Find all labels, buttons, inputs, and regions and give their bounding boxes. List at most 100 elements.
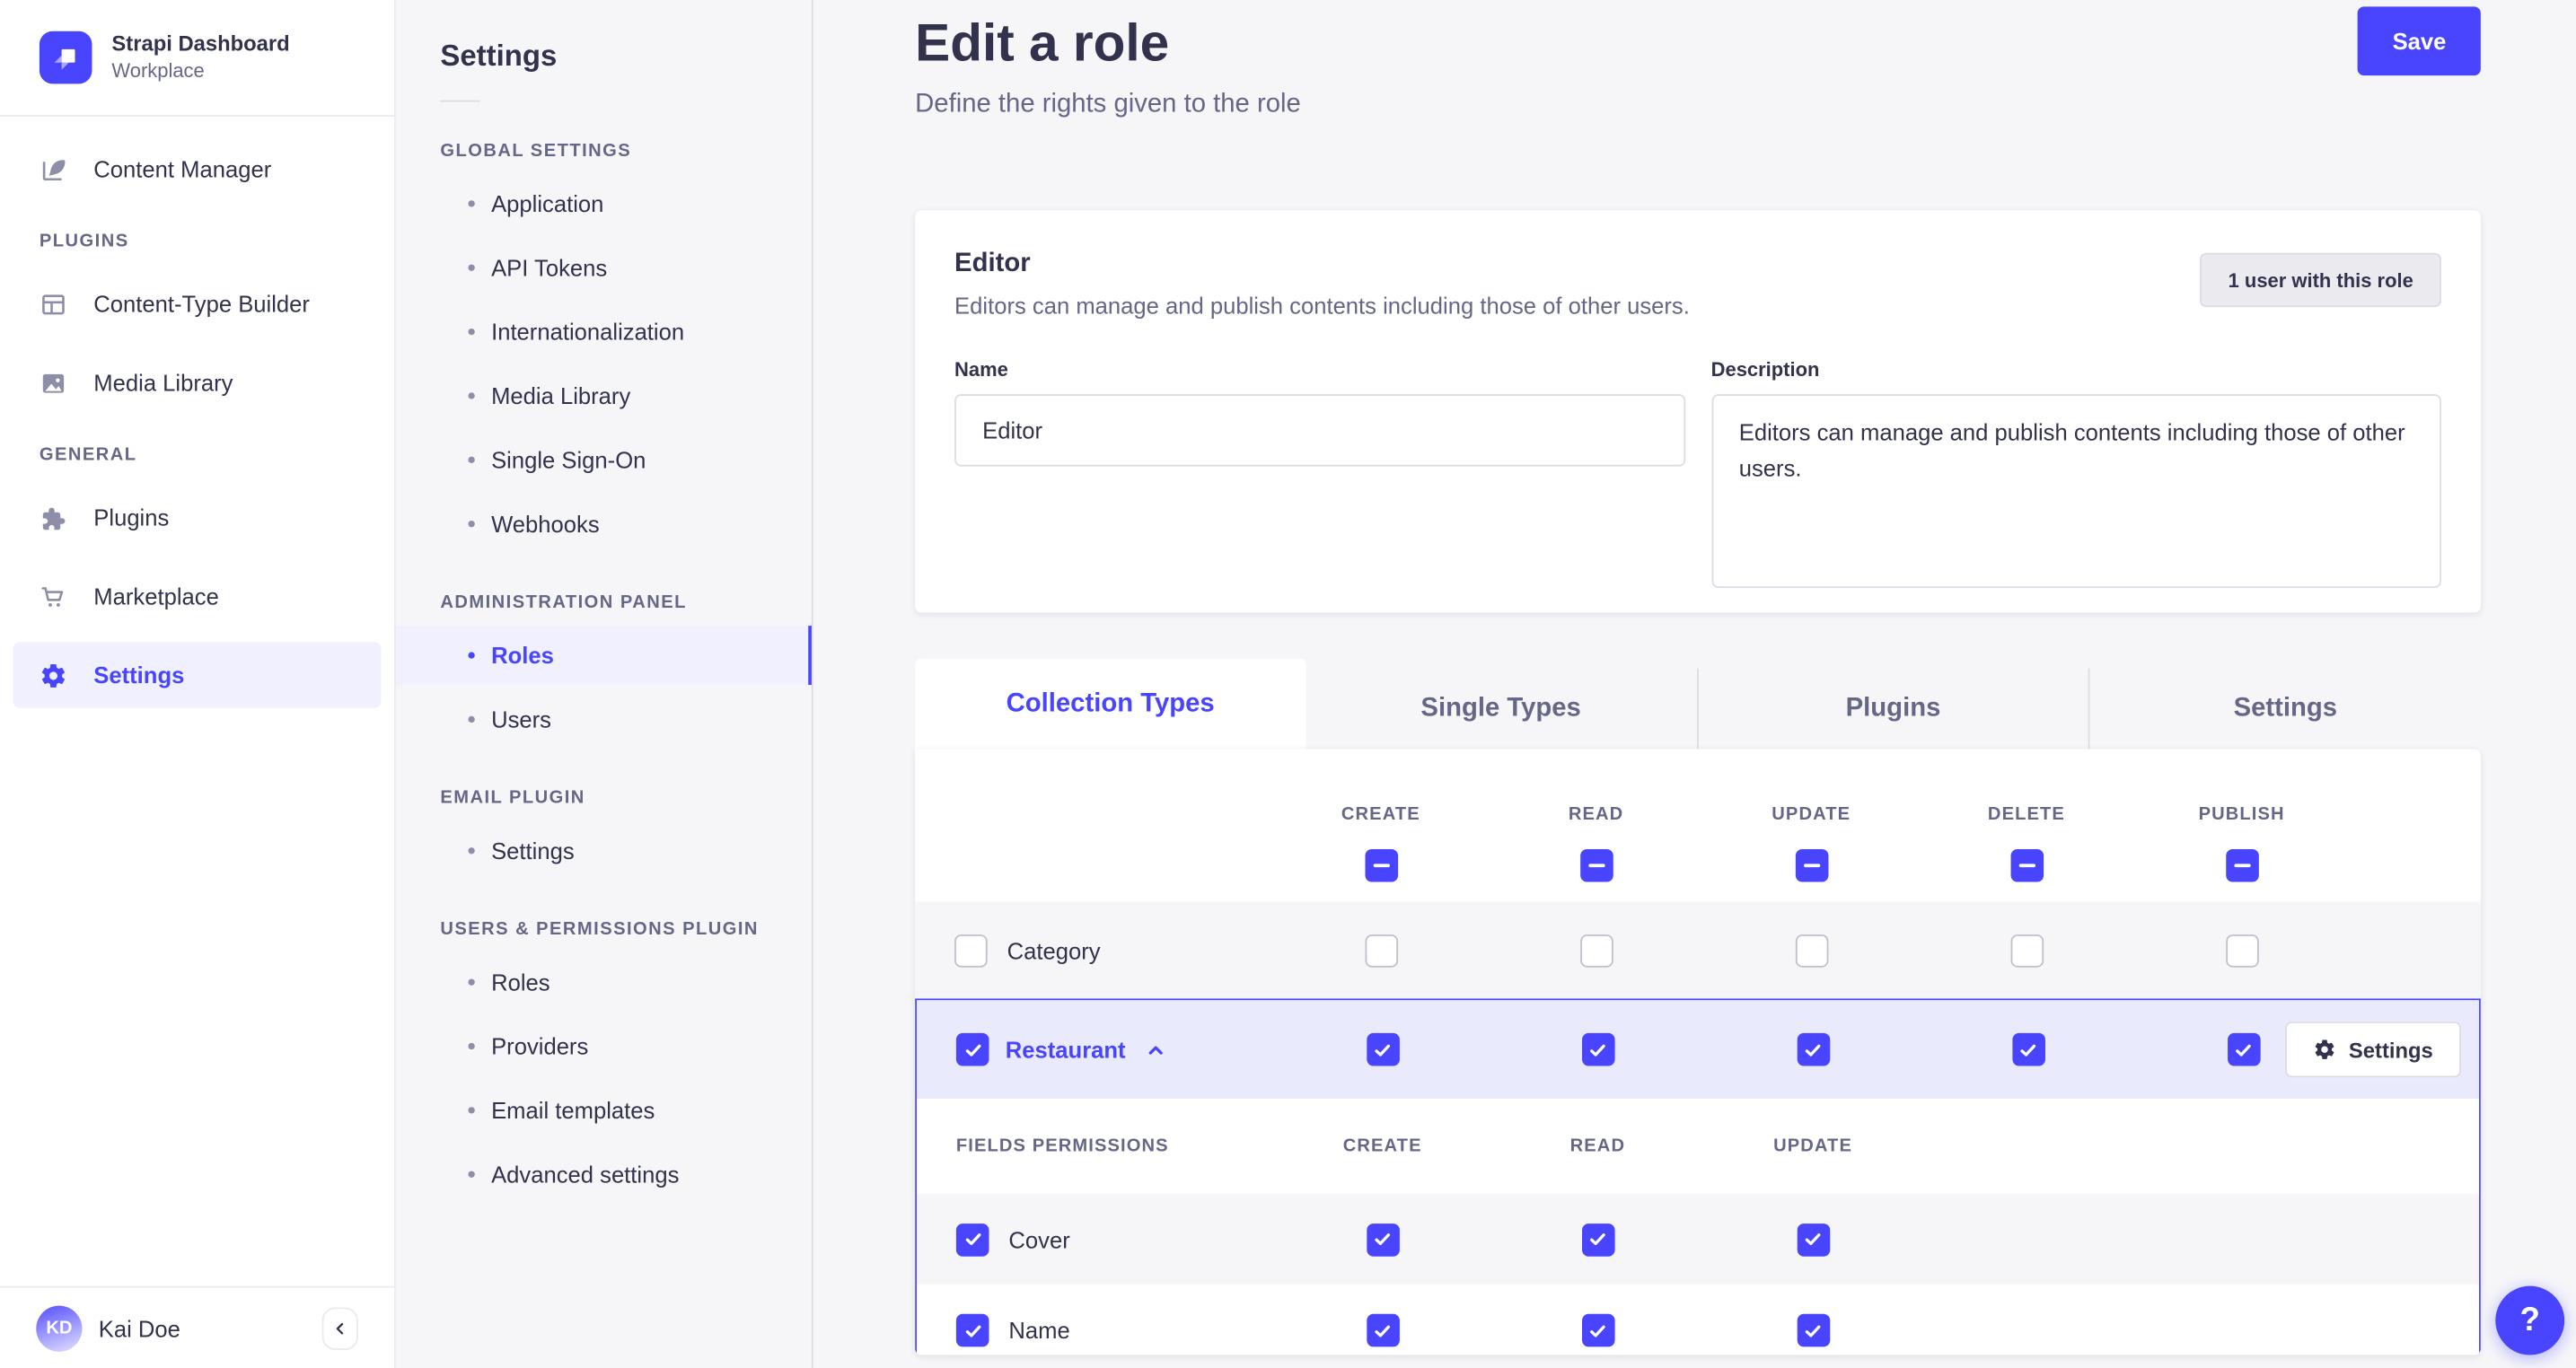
tab-single-types[interactable]: Single Types [1306, 669, 1696, 750]
select-all-read-checkbox[interactable] [1579, 848, 1613, 882]
subnav-item-users[interactable]: Users [396, 689, 812, 749]
subnav-item-application[interactable]: Application [396, 174, 812, 233]
column-read: READ [1489, 805, 1704, 882]
check-icon [1375, 1233, 1391, 1246]
column-publish: PUBLISH [2134, 805, 2350, 882]
name-input[interactable] [954, 394, 1685, 467]
subnav-item-up-roles[interactable]: Roles [396, 952, 812, 1012]
collapse-sidebar-button[interactable] [321, 1306, 358, 1350]
app-root: Strapi Dashboard Workplace Content Manag… [0, 0, 2576, 1368]
subnav-item-email-templates[interactable]: Email templates [396, 1081, 812, 1140]
sidebar-item-plugins[interactable]: Plugins [13, 485, 382, 550]
cell-read [1490, 1313, 1706, 1347]
cover-update-checkbox[interactable] [1796, 1223, 1830, 1256]
row-settings-label: Settings [2348, 1037, 2433, 1062]
main-content: Edit a role Define the rights given to t… [813, 0, 2576, 1368]
select-all-delete-checkbox[interactable] [2009, 848, 2044, 882]
name-read-checkbox[interactable] [1581, 1313, 1614, 1347]
gear-icon [2313, 1038, 2336, 1061]
category-update-checkbox[interactable] [1794, 934, 1828, 967]
fields-header-cell: FIELDS PERMISSIONS [917, 1136, 1275, 1156]
subnav-divider [440, 100, 480, 102]
subnav-item-webhooks[interactable]: Webhooks [396, 495, 812, 554]
sidebar-item-content-manager[interactable]: Content Manager [13, 136, 382, 202]
subnav-item-label: Application [491, 190, 604, 217]
check-icon [1590, 1043, 1605, 1056]
subnav-item-label: Roles [491, 642, 554, 669]
check-icon [1805, 1324, 1821, 1337]
avatar[interactable]: KD [36, 1304, 83, 1351]
restaurant-row-checkbox[interactable] [955, 1032, 989, 1066]
save-button[interactable]: Save [2358, 6, 2481, 76]
sidebar-item-marketplace[interactable]: Marketplace [13, 564, 382, 629]
workspace-brand[interactable]: Strapi Dashboard Workplace [0, 0, 395, 117]
check-icon [1590, 1233, 1605, 1246]
role-form-row: Name Description Editors can manage and … [954, 358, 2441, 596]
select-all-create-checkbox[interactable] [1364, 848, 1398, 882]
subnav-item-roles[interactable]: Roles [395, 626, 812, 685]
subnav-item-label: Settings [491, 837, 575, 864]
layout-icon [40, 290, 67, 318]
select-all-update-checkbox[interactable] [1794, 848, 1828, 882]
subnav-item-single-sign-on[interactable]: Single Sign-On [396, 430, 812, 489]
page-subtitle: Define the rights given to the role [915, 90, 1301, 118]
subnav-item-internationalization[interactable]: Internationalization [396, 303, 812, 362]
sidebar-item-media-library[interactable]: Media Library [13, 350, 382, 416]
sidebar-item-content-type-builder[interactable]: Content-Type Builder [13, 271, 382, 337]
category-delete-checkbox[interactable] [2009, 934, 2044, 967]
category-create-checkbox[interactable] [1364, 934, 1398, 967]
tab-plugins[interactable]: Plugins [1696, 668, 2088, 750]
category-publish-checkbox[interactable] [2225, 934, 2258, 967]
check-icon [1805, 1043, 1821, 1056]
subnav-item-api-tokens[interactable]: API Tokens [396, 238, 812, 297]
table-row-category: Category [915, 901, 2481, 999]
bullet-icon [468, 1042, 475, 1050]
check-icon [1375, 1043, 1391, 1056]
description-textarea[interactable]: Editors can manage and publish contents … [1710, 394, 2441, 589]
cell-read [1490, 1223, 1706, 1256]
name-update-checkbox[interactable] [1796, 1313, 1830, 1347]
row-settings-button[interactable]: Settings [2284, 1022, 2461, 1078]
name-row-checkbox[interactable] [955, 1313, 989, 1347]
sidebar-item-label: Content Manager [93, 155, 272, 183]
column-label: CREATE [1341, 804, 1420, 825]
restaurant-publish-checkbox[interactable] [2227, 1032, 2260, 1066]
cover-read-checkbox[interactable] [1581, 1223, 1614, 1256]
name-create-checkbox[interactable] [1366, 1313, 1399, 1347]
restaurant-delete-checkbox[interactable] [2011, 1032, 2045, 1066]
select-all-publish-checkbox[interactable] [2225, 848, 2258, 882]
restaurant-update-checkbox[interactable] [1796, 1032, 1830, 1066]
check-icon [964, 1043, 980, 1056]
category-read-checkbox[interactable] [1579, 934, 1613, 967]
sidebar-item-settings[interactable]: Settings [13, 642, 382, 708]
chevron-up-icon[interactable] [1146, 1039, 1167, 1060]
subnav-item-label: Internationalization [491, 318, 685, 346]
subnav-item-advanced-settings[interactable]: Advanced settings [396, 1144, 812, 1204]
cover-create-checkbox[interactable] [1366, 1223, 1399, 1256]
subnav-item-providers[interactable]: Providers [396, 1017, 812, 1076]
cell-create [1275, 1223, 1490, 1256]
cell-read [1490, 1032, 1706, 1066]
subnav-item-media-library[interactable]: Media Library [396, 366, 812, 425]
cell-create [1273, 934, 1489, 967]
description-field-label: Description [1710, 357, 1820, 381]
help-button[interactable]: ? [2495, 1285, 2565, 1355]
subnav-section-administration-panel: ADMINISTRATION PANEL [440, 592, 687, 613]
nav-section-plugins: PLUGINS [39, 231, 129, 251]
restaurant-create-checkbox[interactable] [1366, 1032, 1399, 1066]
tab-collection-types[interactable]: Collection Types [915, 658, 1306, 750]
column-create: CREATE [1273, 805, 1489, 882]
restaurant-read-checkbox[interactable] [1581, 1032, 1614, 1066]
subnav-item-label: Webhooks [491, 511, 600, 538]
row-label[interactable]: Restaurant [1006, 1037, 1126, 1063]
indeterminate-dash-icon [1372, 863, 1390, 868]
row-name-cell: Name [917, 1313, 1275, 1347]
subnav-item-email-settings[interactable]: Settings [396, 821, 812, 881]
cover-row-checkbox[interactable] [955, 1223, 989, 1256]
tab-settings[interactable]: Settings [2088, 668, 2481, 750]
fields-column-read: READ [1490, 1136, 1706, 1156]
field-row-cover: Cover [916, 1194, 2480, 1285]
subnav-item-label: Advanced settings [491, 1161, 680, 1188]
users-with-role-button[interactable]: 1 user with this role [2200, 252, 2441, 308]
category-row-checkbox[interactable] [954, 934, 988, 967]
